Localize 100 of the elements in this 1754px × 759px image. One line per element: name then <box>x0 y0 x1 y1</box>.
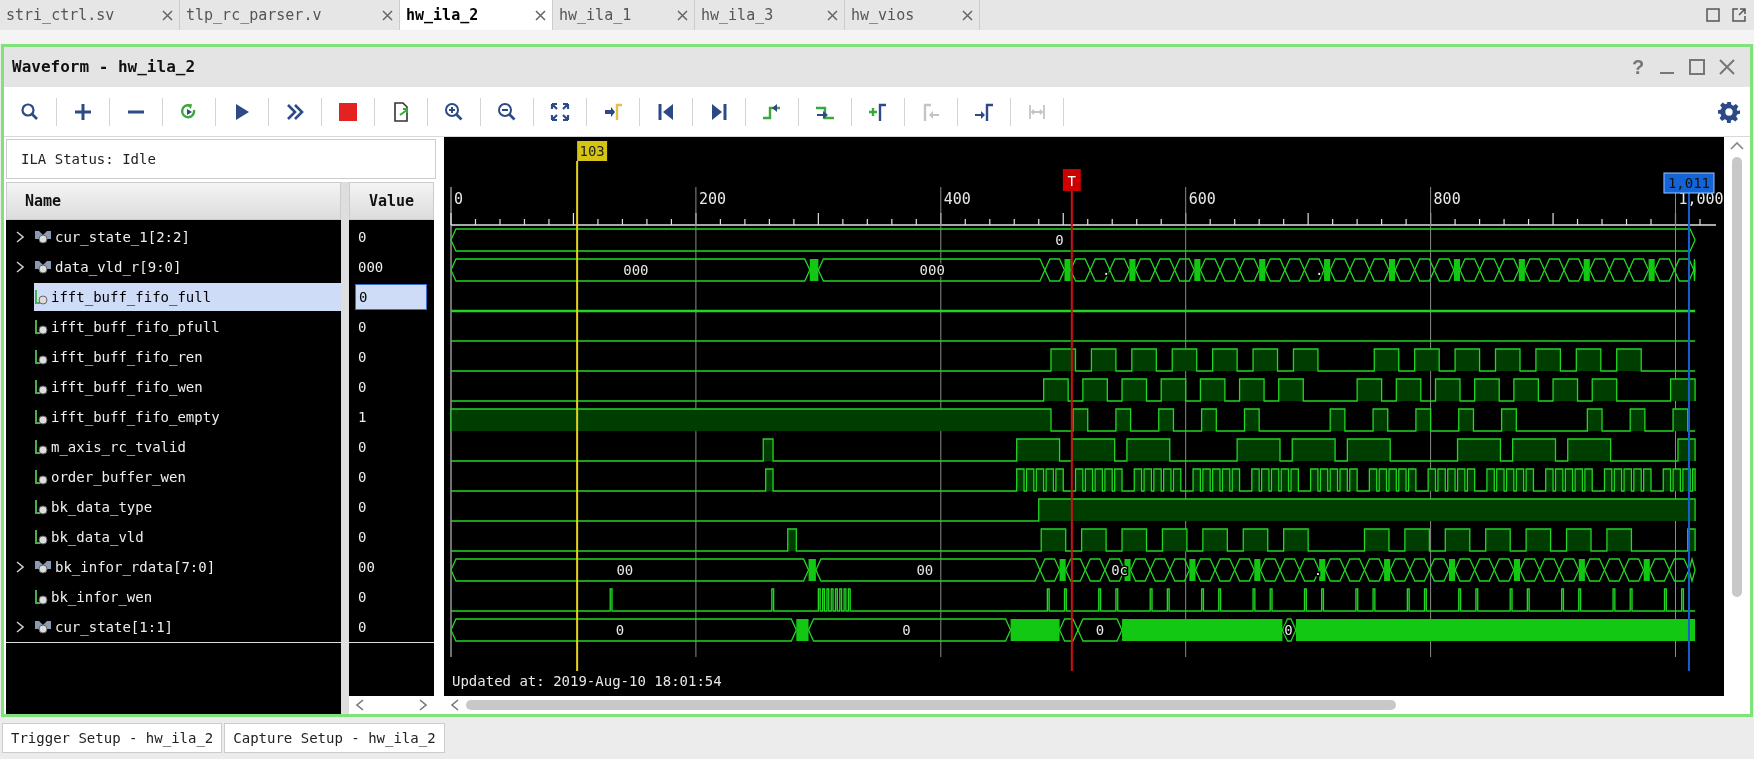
expand-chevron-icon[interactable] <box>16 261 24 273</box>
signal-value: 0 <box>357 317 368 337</box>
bit-signal-icon <box>34 318 48 336</box>
signal-value: 0 <box>357 437 368 457</box>
bottom-tab[interactable]: Trigger Setup - hw_ila_2 <box>2 723 223 753</box>
bit-signal-icon <box>34 438 48 456</box>
signal-row[interactable]: ifft_buff_fifo_full <box>34 283 341 311</box>
fast-forward-icon <box>285 101 305 122</box>
go-to-end-icon <box>709 101 729 122</box>
scroll-up-icon[interactable] <box>1730 141 1744 151</box>
help-button[interactable]: ? <box>1624 52 1652 82</box>
signal-row[interactable]: ifft_buff_fifo_empty <box>34 403 341 431</box>
column-header[interactable]: Value <box>349 182 434 220</box>
expand-chevron-icon[interactable] <box>16 231 24 243</box>
signal-value: 0 <box>357 587 368 607</box>
close-icon[interactable] <box>382 9 393 21</box>
bus-value-label: 0 <box>615 622 625 638</box>
signal-row[interactable]: ifft_buff_fifo_pfull <box>34 313 341 341</box>
bus-value-label: 00 <box>616 562 634 578</box>
bus-value-label: 0 <box>1284 622 1293 638</box>
signal-row[interactable]: cur_state[1:1] <box>34 613 341 641</box>
bus-value-label: 0 <box>1055 232 1064 248</box>
signal-row[interactable]: ifft_buff_fifo_wen <box>34 373 341 401</box>
bus-value-label: . <box>1314 262 1324 278</box>
signal-value: 0 <box>357 467 368 487</box>
signal-row[interactable]: bk_data_type <box>34 493 341 521</box>
signal-row[interactable]: bk_data_vld <box>34 523 341 551</box>
close-icon[interactable] <box>1719 59 1735 75</box>
scroll-left-icon[interactable] <box>450 699 460 711</box>
settings-icon[interactable] <box>1718 100 1740 123</box>
next-marker-icon <box>974 101 994 122</box>
plus-icon <box>73 101 93 122</box>
ruler-label: 400 <box>943 190 971 208</box>
signal-row[interactable]: ifft_buff_fifo_ren <box>34 343 341 371</box>
float-window-icon[interactable] <box>1732 8 1746 22</box>
expand-chevron-icon[interactable] <box>16 561 24 573</box>
scroll-left-icon[interactable] <box>355 699 365 711</box>
search-icon <box>20 101 40 122</box>
bus-value-label: 00 <box>916 562 934 578</box>
editor-tab[interactable]: hw_ila_2 <box>400 0 553 30</box>
signal-row[interactable]: data_vld_r[9:0] <box>34 253 341 281</box>
stop-icon <box>338 101 358 122</box>
bit-signal-icon <box>34 348 48 366</box>
signal-value: 0 <box>357 347 368 367</box>
zoom-in-icon <box>444 101 464 122</box>
signal-value: 1 <box>357 407 368 427</box>
bus-value-label: 0 <box>1095 622 1105 638</box>
bus-signal-icon <box>34 259 52 275</box>
marker-label: 1,011 <box>1663 172 1715 194</box>
close-icon[interactable] <box>162 9 173 21</box>
add-marker-icon <box>868 101 888 122</box>
ruler-label: 600 <box>1188 190 1216 208</box>
maximize-icon[interactable] <box>1689 59 1705 75</box>
previous-transition-icon <box>762 101 782 122</box>
bus-signal-icon <box>34 619 52 635</box>
bit-signal-icon <box>34 378 48 396</box>
go-to-start-icon <box>656 101 676 122</box>
ruler-label: 800 <box>1433 190 1461 208</box>
signal-value: 0 <box>357 377 368 397</box>
close-icon[interactable] <box>535 9 546 21</box>
bit-signal-icon <box>34 468 48 486</box>
signal-row[interactable]: bk_infor_wen <box>34 583 341 611</box>
bus-signal-icon <box>34 559 52 575</box>
close-icon[interactable] <box>962 9 973 21</box>
bus-value-label: . <box>1101 262 1111 278</box>
expand-chevron-icon[interactable] <box>16 621 24 633</box>
signal-value: 0 <box>357 497 368 517</box>
signal-row[interactable]: m_axis_rc_tvalid <box>34 433 341 461</box>
ila-status-field: ILA Status: Idle <box>6 139 436 179</box>
bus-value-label: 000 <box>919 262 945 278</box>
zoom-out-icon <box>497 101 517 122</box>
cursor-marker-icon <box>603 101 623 122</box>
update-timestamp: Updated at: 2019-Aug-10 18:01:54 <box>452 672 723 691</box>
signal-row[interactable]: bk_infor_rdata[7:0] <box>34 553 341 581</box>
signal-value: 0 <box>357 227 368 247</box>
bottom-tab[interactable]: Capture Setup - hw_ila_2 <box>224 723 445 753</box>
bus-value-label: . <box>1313 562 1323 578</box>
minus-icon <box>126 108 146 115</box>
close-icon[interactable] <box>677 9 688 21</box>
panel-title: Waveform - hw_ila_2 <box>12 56 196 78</box>
column-header[interactable]: Name <box>6 182 341 220</box>
signal-value: 0 <box>355 284 427 310</box>
signal-row[interactable]: cur_state_1[2:2] <box>34 223 341 251</box>
bit-signal-icon <box>34 408 48 426</box>
signal-row[interactable]: order_buffer_wen <box>34 463 341 491</box>
ruler-label: 200 <box>698 190 726 208</box>
close-icon[interactable] <box>827 9 838 21</box>
bit-signal-icon <box>34 588 48 606</box>
signal-value: 0 <box>357 617 368 637</box>
ruler-label: 0 <box>454 190 464 208</box>
bus-value-label: 0 <box>902 622 911 638</box>
scroll-right-icon[interactable] <box>418 699 428 711</box>
signal-value: 000 <box>357 257 385 277</box>
marker-label: T <box>1062 169 1081 191</box>
bit-signal-icon <box>34 498 48 516</box>
signal-value: 0 <box>357 527 368 547</box>
signal-value: 00 <box>357 557 376 577</box>
maximize-icon[interactable] <box>1706 8 1720 22</box>
bus-value-label: 000 <box>623 262 649 278</box>
fit-icon <box>550 101 570 122</box>
